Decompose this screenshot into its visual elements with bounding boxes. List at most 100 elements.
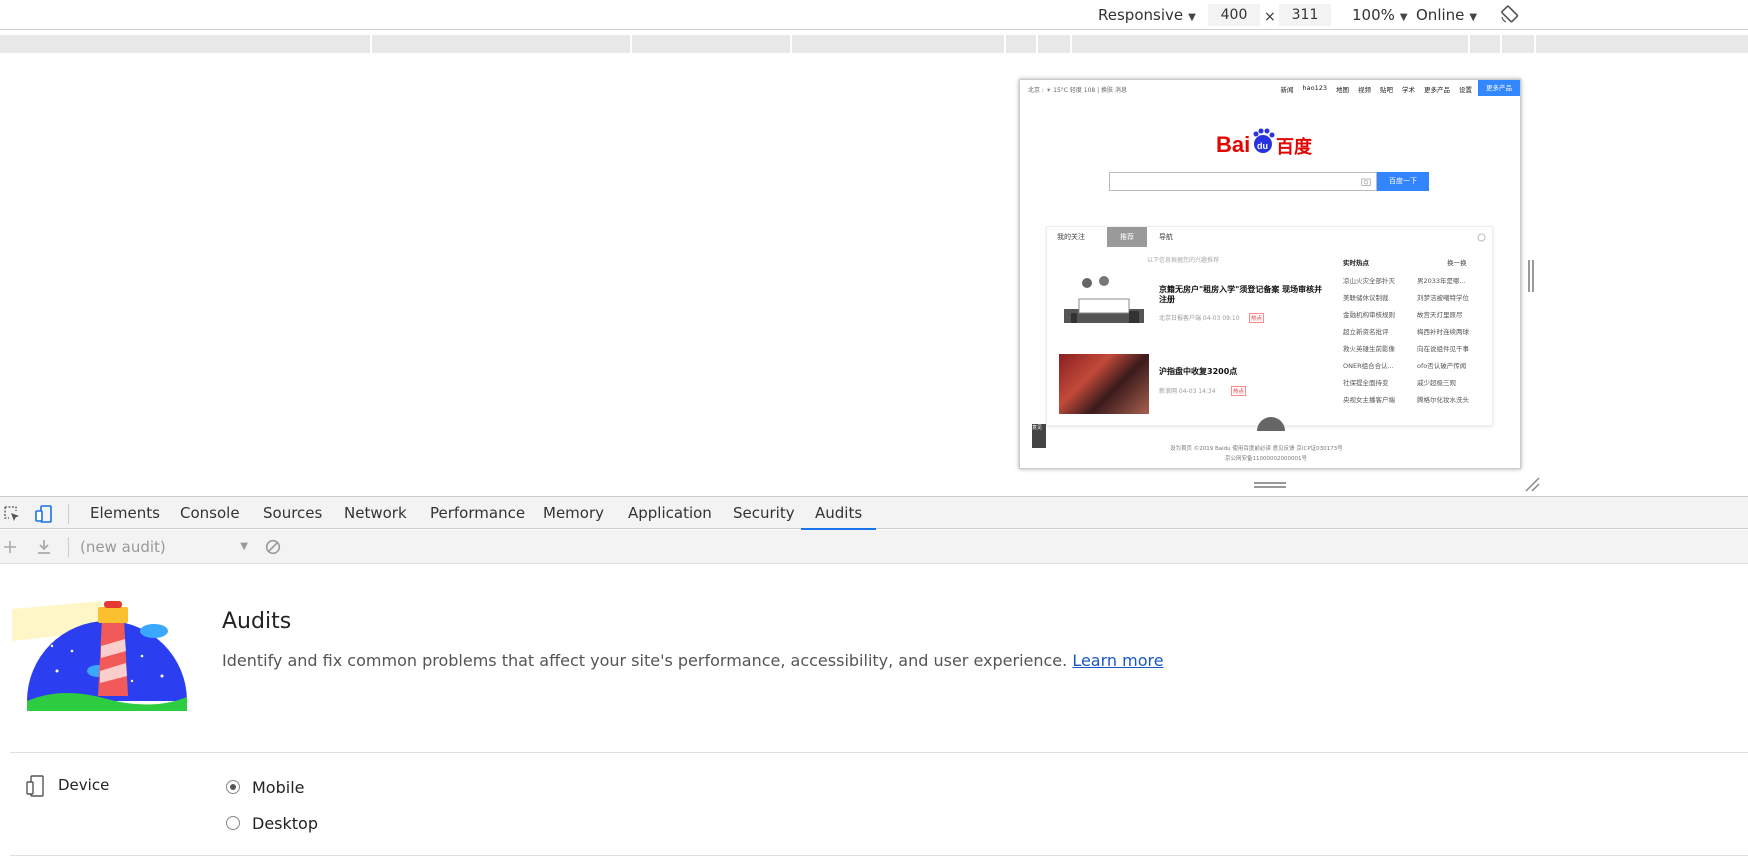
hot-item[interactable]: ofo否认破产传闻: [1417, 358, 1469, 375]
news-tag: 热点: [1249, 313, 1265, 323]
svg-text:百度: 百度: [1276, 136, 1313, 158]
section-divider: [10, 855, 1748, 856]
plus-icon[interactable]: [2, 539, 18, 555]
baidu-search-input[interactable]: [1109, 172, 1377, 191]
media-query-segment[interactable]: [370, 35, 372, 53]
tab-console[interactable]: Console: [180, 497, 240, 529]
hot-item[interactable]: 社保提全面持变: [1343, 375, 1395, 392]
baidu-nav-item[interactable]: 学术: [1402, 84, 1415, 94]
baidu-tab-nav[interactable]: 导航: [1159, 227, 1173, 247]
baidu-nav-item[interactable]: 视频: [1358, 84, 1371, 94]
media-query-bar[interactable]: [0, 35, 1748, 53]
media-query-segment[interactable]: [1004, 35, 1006, 53]
radio-desktop[interactable]: [226, 816, 240, 830]
times-label: ×: [1264, 9, 1276, 25]
hot-item[interactable]: 梅西补时连续两球: [1417, 324, 1469, 341]
hot-item[interactable]: 戚少超极三观: [1417, 375, 1469, 392]
media-query-segment[interactable]: [1070, 35, 1072, 53]
hot-item[interactable]: 超立新资名批评: [1343, 324, 1395, 341]
hot-item[interactable]: 刘梦洁被嘲特学位: [1417, 290, 1469, 307]
news-meta: 新浪网 04-03 14:34: [1159, 388, 1216, 395]
device-option-label: Mobile: [252, 777, 305, 797]
tab-network[interactable]: Network: [344, 497, 407, 529]
viewport-width-input[interactable]: 400: [1208, 4, 1260, 26]
baidu-nav-item[interactable]: 更多产品: [1424, 84, 1450, 94]
baidu-search-button[interactable]: 百度一下: [1377, 172, 1429, 191]
radio-mobile[interactable]: [226, 780, 240, 794]
baidu-nav-item[interactable]: hao123: [1303, 84, 1328, 94]
baidu-more-products-button[interactable]: 更多产品: [1478, 80, 1520, 96]
inspect-element-icon[interactable]: [3, 505, 21, 523]
rotate-icon[interactable]: [1500, 5, 1520, 25]
news-tag: 热点: [1231, 386, 1247, 396]
news-title[interactable]: 京籍无房户"租房入学"须登记备案 现场审核并注册: [1159, 285, 1327, 305]
baidu-nav-item[interactable]: 贴吧: [1380, 84, 1393, 94]
baidu-nav-item[interactable]: 新闻: [1281, 84, 1294, 94]
hot-item[interactable]: 美联储休议制裁: [1343, 290, 1395, 307]
download-icon[interactable]: [36, 539, 52, 555]
device-frame[interactable]: 北京 : ☀ 15°C 轻度 108 | 换肤 消息 新闻 hao123 地图 …: [1019, 79, 1521, 469]
hot-item[interactable]: 男2033年是哪...: [1417, 273, 1469, 290]
hot-item[interactable]: ONER组合合认...: [1343, 358, 1395, 375]
news-thumbnail[interactable]: [1059, 273, 1149, 331]
device-toolbar: Responsive ▼ 400 × 311 100% ▼ Online ▼: [0, 0, 1748, 30]
baidu-nav-item[interactable]: 设置: [1459, 84, 1472, 94]
settings-icon[interactable]: [1477, 233, 1486, 242]
device-toggle-icon[interactable]: [35, 505, 53, 523]
hot-item[interactable]: 救火英雄生前影像: [1343, 341, 1395, 358]
device-option-mobile[interactable]: Mobile: [226, 777, 304, 797]
toolbar-divider: [68, 537, 69, 557]
camera-icon[interactable]: [1361, 177, 1371, 186]
tab-elements[interactable]: Elements: [90, 497, 160, 529]
hot-item[interactable]: 故宫天灯里原尽: [1417, 307, 1469, 324]
baidu-logo: Bai du 百度: [1216, 128, 1313, 158]
learn-more-link[interactable]: Learn more: [1072, 651, 1163, 670]
media-query-segment[interactable]: [1468, 35, 1470, 53]
resize-handle-bottom[interactable]: [1254, 482, 1286, 488]
audits-description-text: Identify and fix common problems that af…: [222, 651, 1068, 670]
media-query-segment[interactable]: [1036, 35, 1038, 53]
device-option-desktop[interactable]: Desktop: [226, 813, 318, 833]
audit-select-value: (new audit): [80, 538, 166, 556]
device-mode-select[interactable]: Responsive ▼: [1098, 5, 1196, 25]
media-query-segment[interactable]: [630, 35, 632, 53]
tab-audits[interactable]: Audits: [800, 497, 877, 530]
baidu-nav: 新闻 hao123 地图 视频 贴吧 学术 更多产品 设置: [1281, 84, 1473, 94]
media-query-segment[interactable]: [1534, 35, 1536, 53]
baidu-nav-item[interactable]: 地图: [1336, 84, 1349, 94]
resize-handle-right[interactable]: [1528, 260, 1534, 292]
hot-item[interactable]: 向在说组件见干事: [1417, 341, 1469, 358]
hot-item[interactable]: 腾格尔化妆水洗头: [1417, 392, 1469, 409]
audits-toolbar: (new audit) ▼: [0, 530, 1748, 564]
zoom-label: 100%: [1352, 6, 1395, 24]
viewport-height-input[interactable]: 311: [1279, 4, 1331, 26]
chevron-down-icon: ▼: [1188, 12, 1196, 23]
news-thumbnail[interactable]: [1059, 354, 1149, 414]
zoom-select[interactable]: 100% ▼: [1352, 5, 1408, 25]
hot-refresh-button[interactable]: 换一换: [1447, 257, 1467, 267]
news-title[interactable]: 沪指盘中收复3200点: [1159, 367, 1237, 377]
baidu-tab-following[interactable]: 我的关注: [1057, 227, 1085, 247]
media-query-segment[interactable]: [790, 35, 792, 53]
device-mode-label: Responsive: [1098, 6, 1184, 24]
baidu-weather: 北京 : ☀ 15°C 轻度 108 | 换肤 消息: [1028, 87, 1127, 94]
lighthouse-logo: [12, 601, 187, 711]
tab-performance[interactable]: Performance: [430, 497, 525, 529]
audits-title: Audits: [222, 609, 292, 634]
tab-security[interactable]: Security: [733, 497, 795, 529]
svg-text:du: du: [1257, 141, 1268, 151]
tab-application[interactable]: Application: [628, 497, 712, 529]
hot-item[interactable]: 央视女主播客户端: [1343, 392, 1395, 409]
clear-icon[interactable]: [265, 539, 281, 555]
tab-sources[interactable]: Sources: [263, 497, 322, 529]
hot-item[interactable]: 凉山火灾全部扑灭: [1343, 273, 1395, 290]
audit-select[interactable]: (new audit) ▼: [80, 537, 250, 557]
hot-item[interactable]: 金融机构审核规则: [1343, 307, 1395, 324]
resize-corner-icon[interactable]: [1524, 476, 1540, 492]
feedback-side-button[interactable]: 意见: [1032, 424, 1046, 448]
tab-memory[interactable]: Memory: [543, 497, 604, 529]
baidu-tab-recommend[interactable]: 推荐: [1107, 227, 1147, 247]
network-throttle-select[interactable]: Online ▼: [1416, 5, 1477, 25]
media-query-segment[interactable]: [1500, 35, 1502, 53]
baidu-top-bar: 北京 : ☀ 15°C 轻度 108 | 换肤 消息 新闻 hao123 地图 …: [1020, 80, 1520, 98]
